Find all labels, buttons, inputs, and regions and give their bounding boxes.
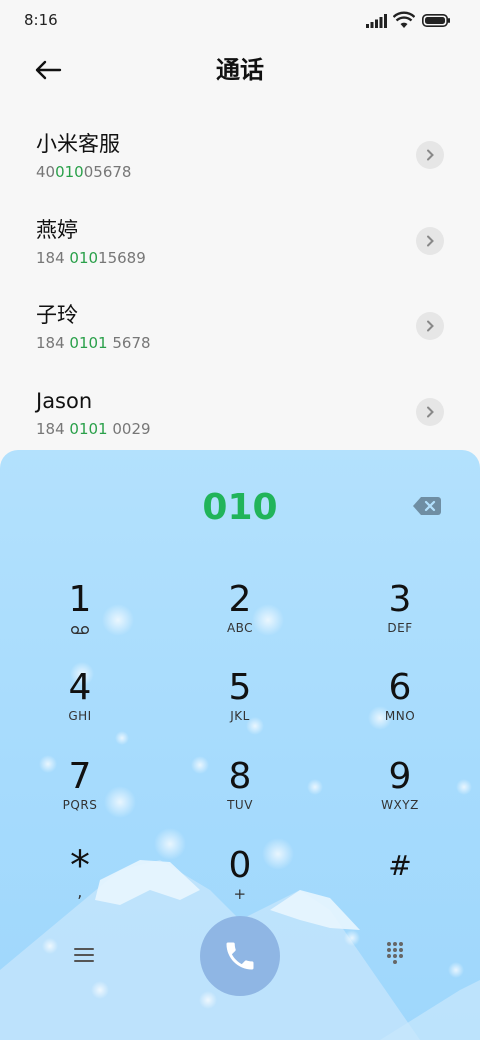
key-digit: 6 (388, 667, 412, 708)
page-title: 通话 (216, 56, 264, 84)
contact-list: 小米客服 4001005678 燕婷 184 01015689 子玲 184 0… (0, 112, 480, 454)
key-digit: 4 (68, 667, 92, 708)
keypad-toggle-button[interactable] (380, 938, 410, 968)
dial-key-0[interactable]: 0 + (180, 846, 300, 926)
contact-name: 小米客服 (36, 132, 120, 156)
dial-key-8[interactable]: 8 TUV (180, 757, 300, 837)
voicemail-icon (71, 626, 89, 634)
contact-detail-button[interactable] (416, 141, 444, 169)
dial-key-9[interactable]: 9 WXYZ (340, 757, 460, 837)
dial-key-5[interactable]: 5 JKL (180, 668, 300, 748)
dial-key-1[interactable]: 1 (20, 580, 140, 660)
call-button[interactable] (200, 916, 280, 996)
contact-detail-button[interactable] (416, 397, 444, 426)
key-digit: 5 (228, 667, 252, 708)
dial-key-hash[interactable]: # (340, 846, 460, 926)
status-time: 8:16 (24, 11, 58, 29)
signal-icon (366, 14, 387, 28)
key-letters: GHI (68, 709, 92, 723)
contact-row[interactable]: 燕婷 184 01015689 (0, 198, 480, 284)
chevron-right-icon (427, 235, 434, 246)
contact-row[interactable]: 子玲 184 0101 5678 (0, 283, 480, 369)
dial-key-star[interactable]: * , (20, 846, 140, 926)
key-digit: 3 (388, 579, 412, 620)
key-letters: + (233, 885, 247, 903)
key-digit: * (70, 843, 90, 889)
key-digit: 9 (388, 756, 412, 797)
key-letters: , (77, 882, 83, 901)
arrow-left-icon (35, 60, 62, 80)
dial-key-7[interactable]: 7 PQRS (20, 757, 140, 837)
key-letters: PQRS (62, 798, 98, 812)
contact-row[interactable]: 小米客服 4001005678 (0, 112, 480, 198)
dial-key-2[interactable]: 2 ABC (180, 580, 300, 660)
menu-button[interactable] (66, 940, 102, 970)
key-letters: TUV (227, 798, 253, 812)
key-letters: MNO (384, 709, 416, 723)
phone-icon (226, 942, 254, 970)
battery-icon (422, 14, 450, 27)
keypad-icon (387, 942, 403, 964)
dial-key-6[interactable]: 6 MNO (340, 668, 460, 748)
status-bar: 8:16 (0, 0, 480, 40)
key-digit: # (388, 849, 412, 882)
key-letters: ABC (226, 621, 254, 635)
key-digit: 8 (228, 756, 252, 797)
key-digit: 2 (228, 579, 252, 620)
contact-detail-button[interactable] (416, 312, 444, 340)
backspace-icon (413, 497, 441, 515)
contact-number: 184 01015689 (36, 248, 146, 267)
dialpad-panel: 010 1 2 ABC 3 DEF 4 GHI 5 JKL 6 MNO 7 PQ… (0, 450, 480, 1040)
key-letters: DEF (387, 621, 413, 635)
contact-name: Jason (36, 388, 93, 413)
chevron-right-icon (427, 320, 434, 332)
dial-input: 010 (202, 487, 278, 528)
back-button[interactable] (28, 54, 68, 86)
contact-name: 燕婷 (36, 217, 78, 242)
wifi-icon (393, 11, 415, 28)
backspace-button[interactable] (412, 495, 442, 517)
key-letters: JKL (230, 709, 250, 723)
dial-key-3[interactable]: 3 DEF (340, 580, 460, 660)
contact-number: 4001005678 (36, 163, 132, 181)
contact-detail-button[interactable] (416, 226, 444, 255)
contact-row[interactable]: Jason 184 0101 0029 (0, 369, 480, 455)
key-digit: 7 (68, 756, 92, 797)
menu-icon (74, 948, 94, 962)
contact-number: 184 0101 0029 (36, 419, 151, 438)
key-letters: WXYZ (381, 798, 419, 812)
chevron-right-icon (427, 149, 434, 161)
contact-name: 子玲 (36, 303, 78, 327)
chevron-right-icon (427, 406, 434, 417)
key-digit: 1 (68, 579, 92, 620)
key-digit: 0 (228, 845, 252, 886)
contact-number: 184 0101 5678 (36, 334, 151, 352)
dial-key-4[interactable]: 4 GHI (20, 668, 140, 748)
